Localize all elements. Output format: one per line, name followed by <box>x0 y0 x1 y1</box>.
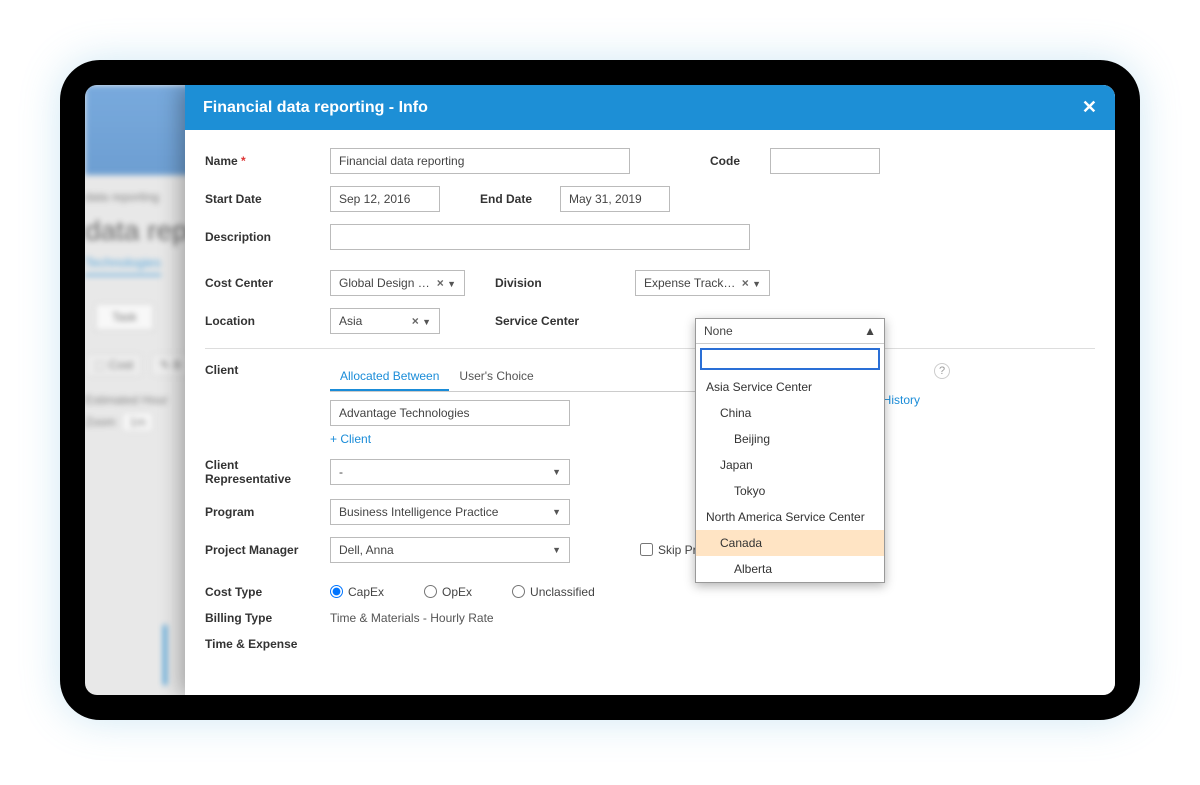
code-input[interactable] <box>770 148 880 174</box>
division-label: Division <box>495 276 565 290</box>
project-manager-label: Project Manager <box>205 543 320 557</box>
close-button[interactable]: ✕ <box>1082 97 1097 118</box>
program-select[interactable]: Business Intelligence Practice▼ <box>330 499 570 525</box>
modal-body: Name * Code Start Date End Date Descri <box>185 130 1115 695</box>
modal-title: Financial data reporting - Info <box>203 99 428 117</box>
dropdown-search <box>700 348 880 370</box>
location-label: Location <box>205 314 320 328</box>
cost-center-label: Cost Center <box>205 276 320 290</box>
dropdown-option[interactable]: Tokyo <box>696 478 884 504</box>
start-date-label: Start Date <box>205 192 320 206</box>
start-date-input[interactable] <box>330 186 440 212</box>
cost-type-unclassified[interactable]: Unclassified <box>512 585 595 599</box>
bg-zoom: Zoom 1m <box>85 415 153 429</box>
modal-header: Financial data reporting - Info ✕ <box>185 85 1115 130</box>
skip-pm-checkbox[interactable] <box>640 543 653 556</box>
cost-type-capex[interactable]: CapEx <box>330 585 384 599</box>
breadcrumb: data reporting <box>85 190 159 204</box>
service-center-trigger[interactable]: None▲ <box>696 319 884 344</box>
cost-type-label: Cost Type <box>205 585 320 599</box>
description-input[interactable] <box>330 224 750 250</box>
tablet-frame: board Rep data reporting data repo Techn… <box>60 60 1140 720</box>
time-expense-label: Time & Expense <box>205 637 320 651</box>
end-date-label: End Date <box>480 192 550 206</box>
dropdown-option[interactable]: China <box>696 400 884 426</box>
bg-tab-active: Technologies <box>85 255 161 276</box>
info-modal: Financial data reporting - Info ✕ Name *… <box>185 85 1115 695</box>
division-select[interactable]: Expense Track…× ▼ <box>635 270 770 296</box>
client-input[interactable] <box>330 400 570 426</box>
project-manager-select[interactable]: Dell, Anna▼ <box>330 537 570 563</box>
dropdown-option[interactable]: Canada <box>696 530 884 556</box>
dropdown-option[interactable]: Japan <box>696 452 884 478</box>
bg-estimated: Estimated Hour <box>85 393 168 407</box>
cost-type-opex[interactable]: OpEx <box>424 585 472 599</box>
dropdown-option[interactable]: Asia Service Center <box>696 374 884 400</box>
dropdown-search-input[interactable] <box>700 348 880 370</box>
client-tab-allocated[interactable]: Allocated Between <box>330 363 449 391</box>
dropdown-option[interactable]: Alberta <box>696 556 884 582</box>
client-rep-select[interactable]: -▼ <box>330 459 570 485</box>
location-select[interactable]: Asia× ▼ <box>330 308 440 334</box>
service-center-dropdown: None▲ Asia Service CenterChinaBeijingJap… <box>695 318 885 583</box>
description-label: Description <box>205 230 320 244</box>
dropdown-option[interactable]: Beijing <box>696 426 884 452</box>
bg-task-tab: Task <box>95 303 154 331</box>
dropdown-option[interactable]: North America Service Center <box>696 504 884 530</box>
client-rep-label: Client Representative <box>205 458 320 487</box>
name-label: Name * <box>205 154 320 168</box>
add-client-link[interactable]: + Client <box>330 432 371 446</box>
client-label: Client <box>205 363 320 377</box>
service-center-label: Service Center <box>495 314 605 328</box>
billing-type-value: Time & Materials - Hourly Rate <box>330 611 494 625</box>
name-input[interactable] <box>330 148 630 174</box>
client-tab-users-choice[interactable]: User's Choice <box>449 363 543 391</box>
program-label: Program <box>205 505 320 519</box>
tablet-screen: board Rep data reporting data repo Techn… <box>85 85 1115 695</box>
code-label: Code <box>710 154 760 168</box>
billing-type-label: Billing Type <box>205 611 320 625</box>
cost-center-select[interactable]: Global Design …× ▼ <box>330 270 465 296</box>
help-icon[interactable]: ? <box>934 363 950 379</box>
end-date-input[interactable] <box>560 186 670 212</box>
